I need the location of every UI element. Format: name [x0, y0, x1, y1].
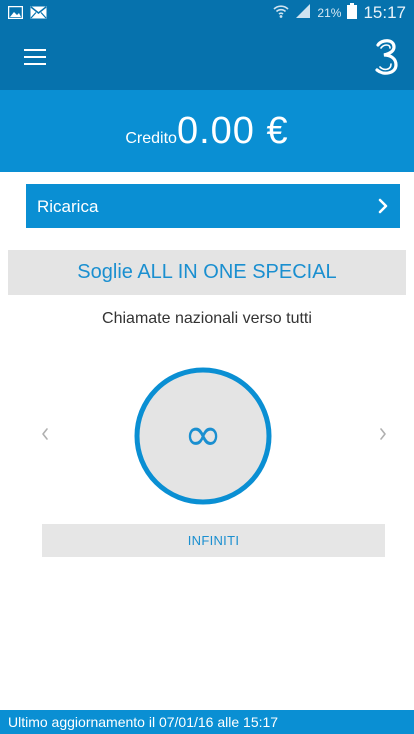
threshold-status-bar: INFINITI: [42, 524, 385, 557]
credit-band: Credito0.00 €: [0, 90, 414, 172]
app-root: 21% 15:17 Credito0.00 € Ricarica Soglie …: [0, 0, 414, 734]
app-header: [0, 25, 414, 90]
wifi-icon: [273, 3, 289, 22]
credit-label: Credito: [125, 130, 177, 147]
last-update-footer: Ultimo aggiornamento il 07/01/16 alle 15…: [0, 710, 414, 734]
status-bar: 21% 15:17: [0, 0, 414, 25]
credit-display: Credito0.00 €: [0, 110, 414, 153]
signal-icon: [295, 3, 311, 22]
next-threshold-arrow-icon[interactable]: [378, 427, 388, 441]
three-logo-icon: [372, 37, 400, 77]
status-right-group: 21% 15:17: [273, 0, 406, 25]
battery-icon: [347, 3, 358, 22]
ricarica-button[interactable]: Ricarica: [26, 184, 400, 228]
credit-value: 0.00 €: [176, 110, 289, 152]
threshold-gauge: ∞: [133, 366, 273, 506]
previous-threshold-arrow-icon[interactable]: [40, 427, 50, 441]
thresholds-title: Soglie ALL IN ONE SPECIAL: [8, 250, 406, 295]
gallery-icon: [7, 5, 24, 24]
threshold-item-label: Chiamate nazionali verso tutti: [102, 310, 312, 327]
gauge-value: ∞: [184, 407, 222, 461]
mail-icon: [30, 6, 47, 24]
status-time: 15:17: [363, 2, 406, 22]
hamburger-menu-icon[interactable]: [24, 47, 46, 67]
battery-percent: 21%: [317, 5, 342, 20]
ricarica-label: Ricarica: [37, 197, 99, 216]
chevron-right-icon: [378, 198, 388, 214]
